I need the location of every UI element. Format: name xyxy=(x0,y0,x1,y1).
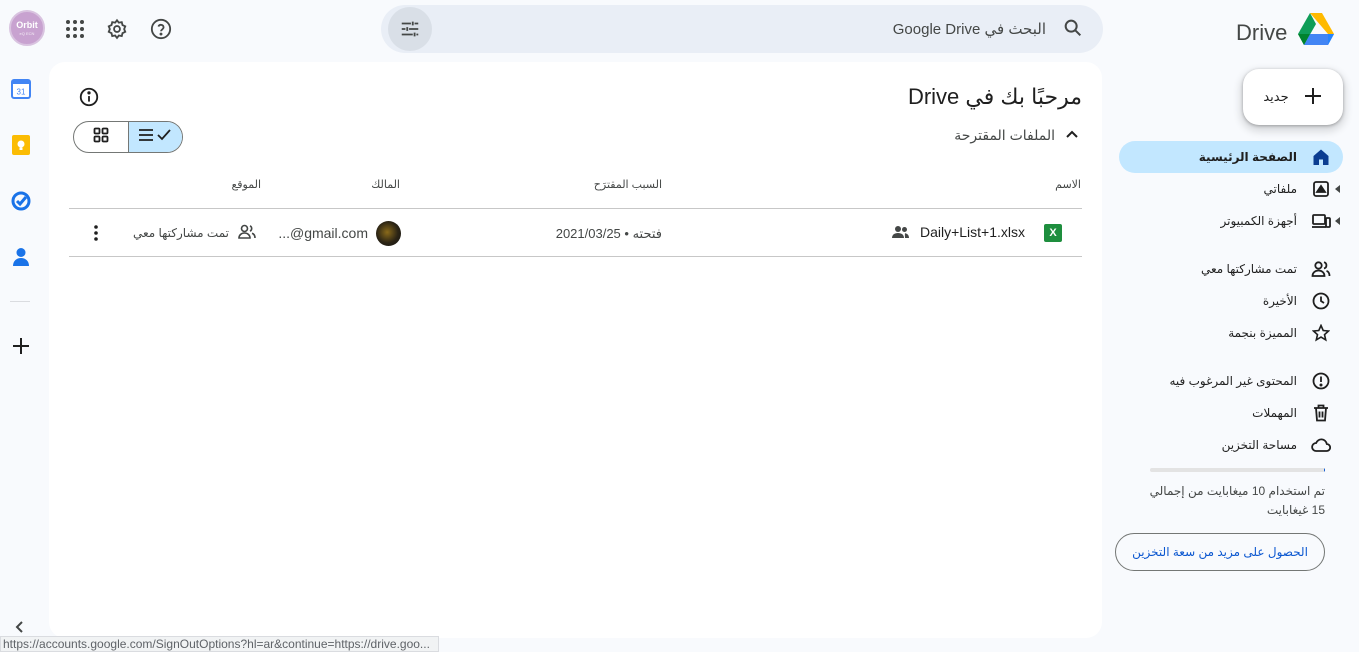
my-drive-icon xyxy=(1311,179,1331,199)
expand-caret-icon[interactable] xyxy=(1335,185,1340,193)
sidebar-item-label: الأخيرة xyxy=(1262,294,1297,308)
add-app-icon[interactable] xyxy=(10,335,32,357)
grid-icon xyxy=(93,127,109,148)
suggested-files-toggle[interactable]: الملفات المقترحة xyxy=(954,127,1079,144)
shared-with-me-icon xyxy=(238,224,256,245)
help-icon[interactable] xyxy=(141,9,181,49)
search-input[interactable]: البحث في Google Drive xyxy=(893,20,1046,38)
brand-name: Drive xyxy=(1236,19,1288,45)
star-icon xyxy=(1311,323,1331,343)
storage-usage-text: تم استخدام 10 ميغابايت من إجمالي 15 غيغا… xyxy=(1149,484,1325,517)
sidebar-item-spam[interactable]: المحتوى غير المرغوب فيه xyxy=(1119,365,1343,397)
get-more-storage-button[interactable]: الحصول على مزيد من سعة التخزين xyxy=(1115,533,1325,571)
sidebar-item-computers[interactable]: أجهزة الكمبيوتر xyxy=(1119,205,1343,237)
column-header-owner: المالك xyxy=(371,179,400,191)
cloud-icon xyxy=(1311,435,1331,455)
account-avatar[interactable]: Orbit eQ ECN xyxy=(9,10,45,46)
excel-file-icon: X xyxy=(1044,224,1062,242)
computers-icon xyxy=(1311,211,1331,231)
home-icon xyxy=(1311,147,1331,167)
spam-icon xyxy=(1311,371,1331,391)
info-icon[interactable] xyxy=(78,86,100,108)
drive-logo-icon xyxy=(1297,13,1335,52)
search-icon[interactable] xyxy=(1062,17,1084,44)
file-name[interactable]: Daily+List+1.xlsx xyxy=(920,224,1025,240)
sidebar-item-starred[interactable]: المميزة بنجمة xyxy=(1119,317,1343,349)
sidebar-item-label: ملفاتي xyxy=(1263,182,1297,196)
new-button[interactable]: جديد xyxy=(1243,69,1343,125)
avatar-text: Orbit xyxy=(16,19,38,30)
grid-view-button[interactable] xyxy=(74,122,128,152)
column-header-name[interactable]: الاسم xyxy=(1055,178,1081,191)
suggestion-reason: فتحته • 2021/03/25 xyxy=(555,226,662,241)
main-content-card xyxy=(49,62,1102,638)
section-title: الملفات المقترحة xyxy=(954,127,1055,143)
shared-icon xyxy=(1311,259,1331,279)
owner-email: ...@gmail.com xyxy=(278,225,368,241)
status-bar-url: https://accounts.google.com/SignOutOptio… xyxy=(0,636,439,652)
sidebar-item-recent[interactable]: الأخيرة xyxy=(1119,285,1343,317)
list-check-icon xyxy=(137,127,173,148)
list-view-button[interactable] xyxy=(127,122,182,152)
page-title: مرحبًا بك في Drive xyxy=(907,84,1082,109)
sidebar-item-my-drive[interactable]: ملفاتي xyxy=(1119,173,1343,205)
calendar-icon[interactable]: 31 xyxy=(10,78,32,100)
view-toggle[interactable] xyxy=(73,121,183,153)
rail-divider xyxy=(10,301,30,302)
column-header-location: الموقع xyxy=(231,179,261,191)
storage-progress-fill xyxy=(1324,468,1325,472)
file-location[interactable]: تمت مشاركتها معي xyxy=(133,226,229,240)
column-header-reason: السبب المقترَح xyxy=(593,179,662,191)
keep-icon[interactable] xyxy=(10,134,32,156)
sidebar-item-label: المميزة بنجمة xyxy=(1228,326,1297,340)
settings-gear-icon[interactable] xyxy=(97,9,137,49)
sidebar-item-label: المهملات xyxy=(1252,406,1297,420)
apps-grid-icon[interactable] xyxy=(55,9,95,49)
sidebar-item-label: الصفحة الرئيسية xyxy=(1198,150,1297,164)
sidebar-item-shared[interactable]: تمت مشاركتها معي xyxy=(1119,253,1343,285)
chevron-up-icon xyxy=(1065,127,1079,144)
sidebar-item-label: مساحة التخزين xyxy=(1221,438,1297,452)
more-actions-icon[interactable] xyxy=(86,223,106,243)
expand-caret-icon[interactable] xyxy=(1335,217,1340,225)
avatar-subtext: eQ ECN xyxy=(19,30,35,36)
table-row-divider xyxy=(69,256,1082,257)
plus-icon xyxy=(1303,86,1323,109)
sidebar-item-home[interactable]: الصفحة الرئيسية xyxy=(1119,141,1343,173)
sidebar-item-label: تمت مشاركتها معي xyxy=(1200,262,1297,276)
owner-avatar xyxy=(376,221,401,246)
sidebar-item-label: أجهزة الكمبيوتر xyxy=(1220,214,1297,228)
clock-icon xyxy=(1311,291,1331,311)
drive-brand[interactable]: Drive xyxy=(1236,13,1335,52)
sidebar-item-storage[interactable]: مساحة التخزين xyxy=(1119,429,1343,461)
sidebar-item-trash[interactable]: المهملات xyxy=(1119,397,1343,429)
new-button-label: جديد xyxy=(1263,89,1289,104)
trash-icon xyxy=(1311,403,1331,423)
shared-people-icon xyxy=(892,225,909,244)
search-options-icon[interactable] xyxy=(388,7,432,51)
svg-text:31: 31 xyxy=(17,88,26,97)
sidebar-item-label: المحتوى غير المرغوب فيه xyxy=(1169,374,1297,388)
storage-progress-bar xyxy=(1150,468,1325,472)
contacts-icon[interactable] xyxy=(10,246,32,268)
tasks-icon[interactable] xyxy=(10,190,32,212)
